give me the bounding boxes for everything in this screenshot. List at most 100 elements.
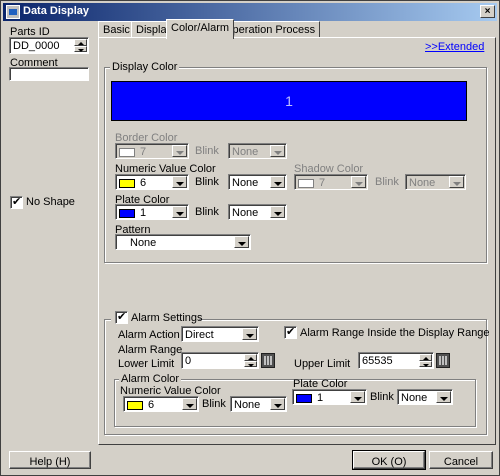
alarm-numeric-value-color-select[interactable]: 6 bbox=[123, 396, 199, 412]
numeric-value-color-select[interactable]: 6 bbox=[115, 174, 189, 190]
upper-limit-spinner[interactable] bbox=[419, 354, 432, 367]
pattern-value: None bbox=[130, 237, 157, 249]
preview-value: 1 bbox=[285, 93, 293, 109]
numeric-blink-label: Blink bbox=[195, 176, 219, 188]
alarm-color-group-label: Alarm Color bbox=[119, 373, 182, 385]
shadow-color-value: 7 bbox=[319, 177, 326, 189]
plate-blink-label: Blink bbox=[195, 206, 219, 218]
alarm-plate-color-swatch bbox=[296, 394, 312, 403]
shadow-blink-label: Blink bbox=[375, 176, 399, 188]
alarm-plate-color-select[interactable]: 1 bbox=[292, 389, 367, 405]
display-preview: 1 bbox=[111, 81, 467, 121]
plate-blink-value: None bbox=[232, 207, 259, 219]
chevron-down-icon[interactable] bbox=[172, 145, 187, 157]
alarm-range-label: Alarm Range bbox=[118, 344, 183, 356]
upper-limit-calculator-icon[interactable] bbox=[436, 353, 450, 368]
comment-field[interactable] bbox=[9, 67, 89, 81]
chevron-down-icon[interactable] bbox=[270, 145, 285, 157]
spin-down-icon[interactable] bbox=[244, 360, 257, 367]
chevron-down-icon[interactable] bbox=[436, 391, 451, 403]
plate-color-select[interactable]: 1 bbox=[115, 204, 189, 220]
border-blink-value: None bbox=[232, 146, 259, 158]
no-shape-label: No Shape bbox=[26, 196, 75, 208]
border-color-swatch bbox=[119, 148, 135, 157]
numeric-value-color-swatch bbox=[119, 179, 135, 188]
cancel-button[interactable]: Cancel bbox=[429, 451, 493, 469]
plate-color-value: 1 bbox=[140, 207, 147, 219]
close-button[interactable]: × bbox=[480, 5, 495, 18]
tab-basic-label: Basic bbox=[103, 24, 130, 36]
border-color-value: 7 bbox=[140, 146, 147, 158]
lower-limit-calculator-icon[interactable] bbox=[261, 353, 275, 368]
help-button-label: Help (H) bbox=[29, 456, 71, 468]
ok-button[interactable]: OK (O) bbox=[352, 450, 426, 470]
extended-link[interactable]: >>Extended bbox=[425, 41, 484, 53]
lower-limit-spinner[interactable] bbox=[244, 354, 257, 367]
cancel-button-label: Cancel bbox=[443, 456, 479, 468]
plate-blink-select[interactable]: None bbox=[228, 204, 287, 220]
parts-id-value: DD_0000 bbox=[13, 40, 60, 52]
numeric-blink-select[interactable]: None bbox=[228, 174, 287, 190]
lower-limit-field[interactable]: 0 bbox=[181, 352, 259, 369]
alarm-numeric-value-color-swatch bbox=[127, 401, 143, 410]
border-color-select[interactable]: 7 bbox=[115, 143, 189, 159]
chevron-down-icon[interactable] bbox=[270, 176, 285, 188]
chevron-down-icon[interactable] bbox=[172, 176, 187, 188]
alarm-settings-header: Alarm Settings bbox=[111, 310, 203, 325]
spin-down-icon[interactable] bbox=[74, 45, 87, 52]
numeric-value-color-value: 6 bbox=[140, 177, 147, 189]
alarm-action-label: Alarm Action bbox=[118, 329, 180, 341]
data-display-dialog: Data Display × Parts ID DD_0000 Comment … bbox=[0, 0, 500, 476]
tab-operation-process[interactable]: Operation Process bbox=[219, 21, 321, 38]
parts-id-spinner[interactable] bbox=[74, 39, 87, 52]
chevron-down-icon[interactable] bbox=[449, 176, 464, 188]
chevron-down-icon[interactable] bbox=[351, 176, 366, 188]
shadow-color-swatch bbox=[298, 179, 314, 188]
alarm-action-select[interactable]: Direct bbox=[181, 326, 259, 342]
alarm-settings-label: Alarm Settings bbox=[131, 312, 203, 324]
lower-limit-value: 0 bbox=[185, 355, 192, 367]
chevron-down-icon[interactable] bbox=[234, 236, 249, 248]
alarm-range-inside-checkbox[interactable] bbox=[284, 325, 297, 339]
parts-id-field[interactable]: DD_0000 bbox=[9, 37, 89, 54]
display-color-group-label: Display Color bbox=[110, 61, 180, 73]
upper-limit-value: 65535 bbox=[362, 355, 393, 367]
help-button[interactable]: Help (H) bbox=[9, 451, 91, 469]
pattern-select[interactable]: None bbox=[115, 234, 251, 250]
shadow-blink-value: None bbox=[409, 177, 436, 189]
alarm-numeric-blink-value: None bbox=[234, 399, 261, 411]
spin-down-icon[interactable] bbox=[419, 360, 432, 367]
chevron-down-icon[interactable] bbox=[182, 398, 197, 410]
alarm-plate-blink-label: Blink bbox=[370, 391, 394, 403]
chevron-down-icon[interactable] bbox=[350, 391, 365, 403]
alarm-numeric-blink-label: Blink bbox=[202, 398, 226, 410]
upper-limit-field[interactable]: 65535 bbox=[358, 352, 434, 369]
tab-operation-process-label: Operation Process bbox=[224, 24, 316, 36]
numeric-blink-value: None bbox=[232, 177, 259, 189]
lower-limit-label: Lower Limit bbox=[118, 358, 175, 370]
chevron-down-icon[interactable] bbox=[270, 398, 285, 410]
border-blink-label: Blink bbox=[195, 145, 219, 157]
alarm-plate-blink-select[interactable]: None bbox=[397, 389, 453, 405]
plate-color-swatch bbox=[119, 209, 135, 218]
chevron-down-icon[interactable] bbox=[172, 206, 187, 218]
ok-button-label: OK (O) bbox=[371, 456, 407, 468]
no-shape-checkbox[interactable] bbox=[10, 195, 23, 209]
alarm-action-value: Direct bbox=[185, 329, 214, 341]
alarm-numeric-value-color-value: 6 bbox=[148, 399, 155, 411]
tab-basic[interactable]: Basic bbox=[98, 21, 135, 38]
tab-color-alarm[interactable]: Color/Alarm bbox=[166, 19, 235, 39]
title-bar[interactable]: Data Display × bbox=[3, 3, 497, 21]
upper-limit-label: Upper Limit bbox=[294, 358, 351, 370]
alarm-numeric-blink-select[interactable]: None bbox=[230, 396, 287, 412]
alarm-plate-color-value: 1 bbox=[317, 392, 324, 404]
alarm-range-inside-label: Alarm Range Inside the Display Range bbox=[300, 327, 490, 339]
chevron-down-icon[interactable] bbox=[270, 206, 285, 218]
shadow-blink-select[interactable]: None bbox=[405, 174, 466, 190]
alarm-settings-checkbox[interactable] bbox=[115, 310, 128, 324]
shadow-color-select[interactable]: 7 bbox=[294, 174, 368, 190]
chevron-down-icon[interactable] bbox=[242, 328, 257, 340]
border-blink-select[interactable]: None bbox=[228, 143, 287, 159]
app-icon bbox=[6, 5, 20, 19]
tab-color-alarm-label: Color/Alarm bbox=[171, 22, 230, 34]
